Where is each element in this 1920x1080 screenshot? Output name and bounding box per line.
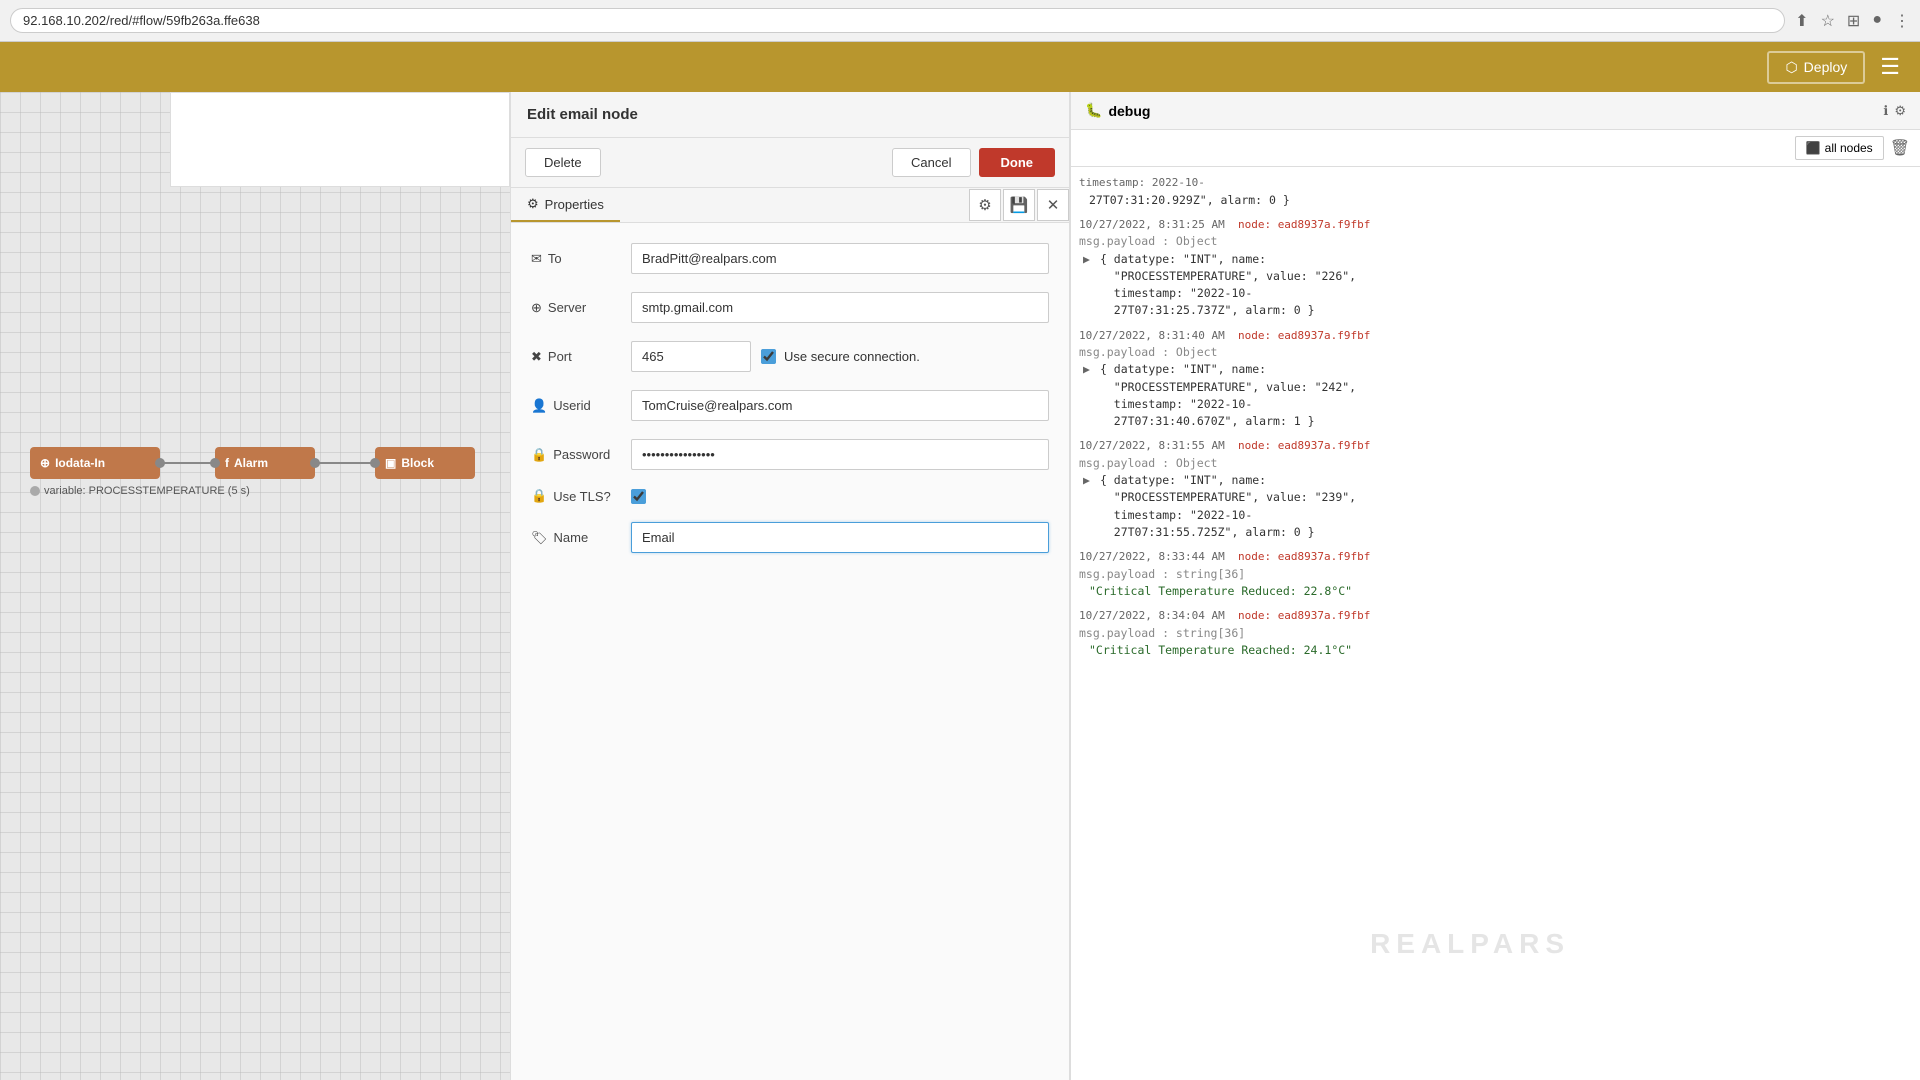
usetls-row: 🔒 Use TLS?: [531, 488, 1049, 504]
browser-bar: 92.168.10.202/red/#flow/59fb263a.ffe638 …: [0, 0, 1920, 42]
tab-save-button[interactable]: 💾: [1003, 189, 1035, 221]
password-input[interactable]: [631, 439, 1049, 470]
port-icon: ✖: [531, 349, 542, 365]
filter-icon: ⬛: [1806, 141, 1821, 155]
server-icon: ⊕: [531, 300, 542, 316]
to-row: ✉ To: [531, 243, 1049, 274]
name-row: 🏷 Name: [531, 522, 1049, 553]
userid-row: 👤 Userid: [531, 390, 1049, 421]
port-input[interactable]: [631, 341, 751, 372]
account-icon[interactable]: ●: [1872, 11, 1882, 31]
debug-title: 🐛 debug: [1085, 102, 1875, 119]
star-icon[interactable]: ☆: [1821, 11, 1835, 31]
variable-dot: [30, 486, 40, 496]
node-block[interactable]: ▣ Block: [375, 447, 475, 479]
done-button[interactable]: Done: [979, 148, 1056, 177]
more-icon[interactable]: ⋮: [1894, 11, 1910, 31]
port-label: ✖ Port: [531, 349, 621, 365]
node-alarm[interactable]: f Alarm: [215, 447, 315, 479]
lock-icon: 🔒: [531, 447, 547, 463]
panel-header: Edit email node: [511, 92, 1069, 138]
tab-icons: ⚙ 💾 ✕: [969, 188, 1069, 222]
name-label: 🏷 Name: [531, 530, 621, 546]
to-label: ✉ To: [531, 251, 621, 267]
browser-icons: ⬆ ☆ ⊞ ● ⋮: [1795, 11, 1910, 31]
node-alarm-icon: f: [225, 456, 229, 470]
debug-entry-5: 10/27/2022, 8:34:04 AM node: ead8937a.f9…: [1079, 608, 1912, 659]
node-iodata-label: Iodata-In: [55, 456, 105, 470]
white-box: [170, 92, 510, 187]
form-area: ✉ To ⊕ Server ✖ Po: [511, 223, 1069, 1080]
userid-label: 👤 Userid: [531, 398, 621, 414]
url-bar[interactable]: 92.168.10.202/red/#flow/59fb263a.ffe638: [10, 8, 1785, 33]
server-label: ⊕ Server: [531, 300, 621, 316]
connector-1: [160, 462, 215, 464]
name-input[interactable]: [631, 522, 1049, 553]
clear-button[interactable]: 🗑: [1890, 138, 1910, 158]
flow-canvas[interactable]: ⊕ Iodata-In f Alarm ▣ Block variable: PR…: [0, 92, 510, 1080]
usetls-checkbox[interactable]: [631, 489, 646, 504]
debug-entry-3: 10/27/2022, 8:31:55 AM node: ead8937a.f9…: [1079, 438, 1912, 541]
main-area: ⊕ Iodata-In f Alarm ▣ Block variable: PR…: [0, 92, 1920, 1080]
debug-entry-1: 10/27/2022, 8:31:25 AM node: ead8937a.f9…: [1079, 217, 1912, 320]
deploy-button[interactable]: ⬡ Deploy: [1767, 51, 1865, 84]
tab-close-button[interactable]: ✕: [1037, 189, 1069, 221]
deploy-icon: ⬡: [1785, 59, 1797, 76]
hamburger-menu[interactable]: ☰: [1880, 54, 1900, 80]
secure-checkbox[interactable]: [761, 349, 776, 364]
password-row: 🔒 Password: [531, 439, 1049, 470]
tls-icon: 🔒: [531, 488, 547, 504]
node-iodata[interactable]: ⊕ Iodata-In: [30, 447, 160, 479]
server-input[interactable]: [631, 292, 1049, 323]
userid-input[interactable]: [631, 390, 1049, 421]
secure-label: Use secure connection.: [784, 349, 920, 364]
app-container: ⬡ Deploy ☰ ⊕ Iodata-In f Alarm ▣: [0, 42, 1920, 1080]
node-block-icon: ▣: [385, 456, 396, 470]
info-icon[interactable]: ℹ: [1883, 103, 1888, 119]
gear-icon: ⚙: [527, 196, 539, 212]
tab-settings-button[interactable]: ⚙: [969, 189, 1001, 221]
filter-bar: ⬛ all nodes 🗑: [1071, 130, 1920, 167]
to-input[interactable]: [631, 243, 1049, 274]
filter-button[interactable]: ⬛ all nodes: [1795, 136, 1884, 160]
envelope-icon: ✉: [531, 251, 542, 267]
top-nav: ⬡ Deploy ☰: [0, 42, 1920, 92]
node-iodata-icon: ⊕: [40, 456, 50, 470]
tab-properties[interactable]: ⚙ Properties: [511, 188, 620, 222]
port-row: ✖ Port Use secure connection.: [531, 341, 1049, 372]
settings-icon[interactable]: ⚙: [1894, 103, 1906, 119]
node-alarm-label: Alarm: [234, 456, 268, 470]
user-icon: 👤: [531, 398, 547, 414]
variable-label: variable: PROCESSTEMPERATURE (5 s): [30, 485, 250, 497]
right-buttons: Cancel Done: [892, 148, 1055, 177]
debug-entry-0: timestamp: 2022-10- 27T07:31:20.929Z", a…: [1079, 175, 1912, 209]
usetls-label: 🔒 Use TLS?: [531, 488, 621, 504]
debug-actions: ℹ ⚙: [1883, 103, 1906, 119]
debug-entry-4: 10/27/2022, 8:33:44 AM node: ead8937a.f9…: [1079, 549, 1912, 600]
panel-actions: Delete Cancel Done: [511, 138, 1069, 188]
debug-entry-2: 10/27/2022, 8:31:40 AM node: ead8937a.f9…: [1079, 328, 1912, 431]
debug-icon: 🐛: [1085, 102, 1102, 119]
debug-panel: 🐛 debug ℹ ⚙ ⬛ all nodes 🗑 tim: [1070, 92, 1920, 1080]
secure-connection-row: Use secure connection.: [761, 349, 920, 364]
tag-icon: 🏷: [531, 530, 548, 546]
panel-tabs: ⚙ Properties ⚙ 💾 ✕: [511, 188, 1069, 223]
node-block-label: Block: [401, 456, 434, 470]
port-block-left: [370, 458, 380, 468]
grid-icon[interactable]: ⊞: [1847, 11, 1860, 31]
port-alarm-left: [210, 458, 220, 468]
edit-panel: Edit email node Delete Cancel Done ⚙ Pro…: [510, 92, 1070, 1080]
debug-header: 🐛 debug ℹ ⚙: [1071, 92, 1920, 130]
cancel-button[interactable]: Cancel: [892, 148, 970, 177]
delete-button[interactable]: Delete: [525, 148, 601, 177]
debug-content: timestamp: 2022-10- 27T07:31:20.929Z", a…: [1071, 167, 1920, 1080]
password-label: 🔒 Password: [531, 447, 621, 463]
share-icon[interactable]: ⬆: [1795, 11, 1808, 31]
server-row: ⊕ Server: [531, 292, 1049, 323]
connector-2: [315, 462, 375, 464]
